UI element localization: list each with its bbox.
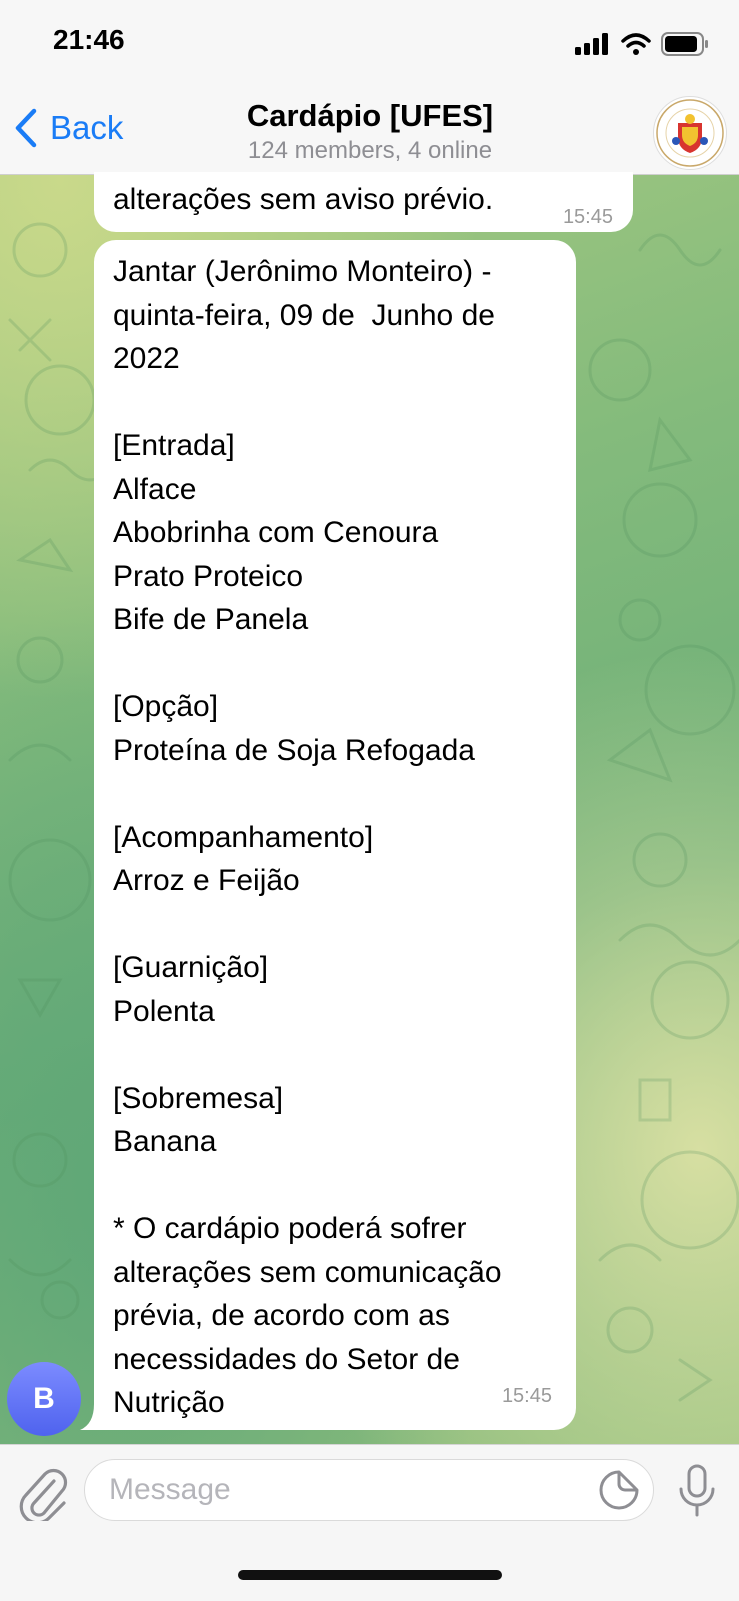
message-line: Nutrição xyxy=(113,1386,225,1419)
sticker-button[interactable] xyxy=(598,1469,640,1511)
message-line: necessidades do Setor de xyxy=(113,1342,460,1376)
message-line xyxy=(113,1033,566,1077)
message-time: 15:45 xyxy=(562,206,613,228)
message-line: Jantar (Jerônimo Monteiro) - xyxy=(113,255,492,288)
sender-avatar[interactable]: B xyxy=(7,1362,81,1436)
message-line: [Opção] xyxy=(113,690,219,723)
message-line: Bife de Panela xyxy=(113,603,309,636)
cellular-signal-icon xyxy=(575,33,608,55)
message-line: prévia, de acordo com as xyxy=(113,1299,450,1332)
message-time: 15:45 xyxy=(501,1384,552,1407)
message-line xyxy=(113,642,566,686)
message-line: Abobrinha com Cenoura xyxy=(113,516,439,549)
sticker-icon xyxy=(599,1470,639,1510)
message-line: Alface xyxy=(113,472,197,506)
message-line: Banana xyxy=(113,1125,217,1158)
message-line: 2022 xyxy=(113,342,180,375)
message-line xyxy=(113,1164,566,1208)
message-line xyxy=(113,903,566,947)
message-line: * O cardápio poderá sofrer xyxy=(113,1212,467,1245)
bubble-tail xyxy=(80,1404,100,1430)
status-icons xyxy=(575,30,709,58)
message-line: alterações sem aviso prévio. xyxy=(113,183,494,216)
message-line xyxy=(113,381,566,425)
home-indicator xyxy=(238,1570,502,1580)
chevron-left-icon xyxy=(15,108,37,148)
microphone-icon xyxy=(679,1464,715,1517)
message-line: Arroz e Feijão xyxy=(113,864,300,897)
message-line: Proteína de Soja Refogada xyxy=(113,733,475,767)
chat-title-area[interactable]: Cardápio [UFES] 124 members, 4 online xyxy=(180,96,560,166)
message-line: [Entrada] xyxy=(113,429,235,462)
wifi-icon xyxy=(621,33,651,55)
status-bar: 21:46 xyxy=(0,0,739,90)
message-line xyxy=(113,772,566,816)
message-bubble[interactable]: alterações sem aviso prévio. 15:45 xyxy=(94,172,633,232)
message-line: quinta-feira, 09 de Junho de xyxy=(113,298,495,332)
message-line: Prato Proteico xyxy=(113,559,304,593)
message-line: Polenta xyxy=(113,994,215,1028)
chat-header: Back Cardápio [UFES] 124 members, 4 onli… xyxy=(0,90,739,175)
message-line: [Sobremesa] xyxy=(113,1081,284,1115)
group-avatar[interactable] xyxy=(653,96,727,170)
microphone-button[interactable] xyxy=(676,1463,718,1519)
university-seal-icon xyxy=(656,99,724,167)
back-button[interactable]: Back xyxy=(14,106,123,150)
chat-title: Cardápio [UFES] xyxy=(246,98,494,133)
message-line: alterações sem comunicação xyxy=(113,1255,502,1289)
message-line: [Guarnição] xyxy=(113,951,269,984)
message-line: [Acompanhamento] xyxy=(113,820,374,854)
message-bubble[interactable]: Jantar (Jerônimo Monteiro) - quinta-feir… xyxy=(94,240,576,1430)
chat-subtitle: 124 members, 4 online xyxy=(247,137,493,164)
paperclip-icon xyxy=(19,1468,68,1525)
status-time: 21:46 xyxy=(53,24,125,55)
back-label: Back xyxy=(50,109,124,146)
attach-button[interactable] xyxy=(18,1465,68,1525)
battery-icon xyxy=(661,32,708,56)
message-input[interactable] xyxy=(84,1459,654,1521)
